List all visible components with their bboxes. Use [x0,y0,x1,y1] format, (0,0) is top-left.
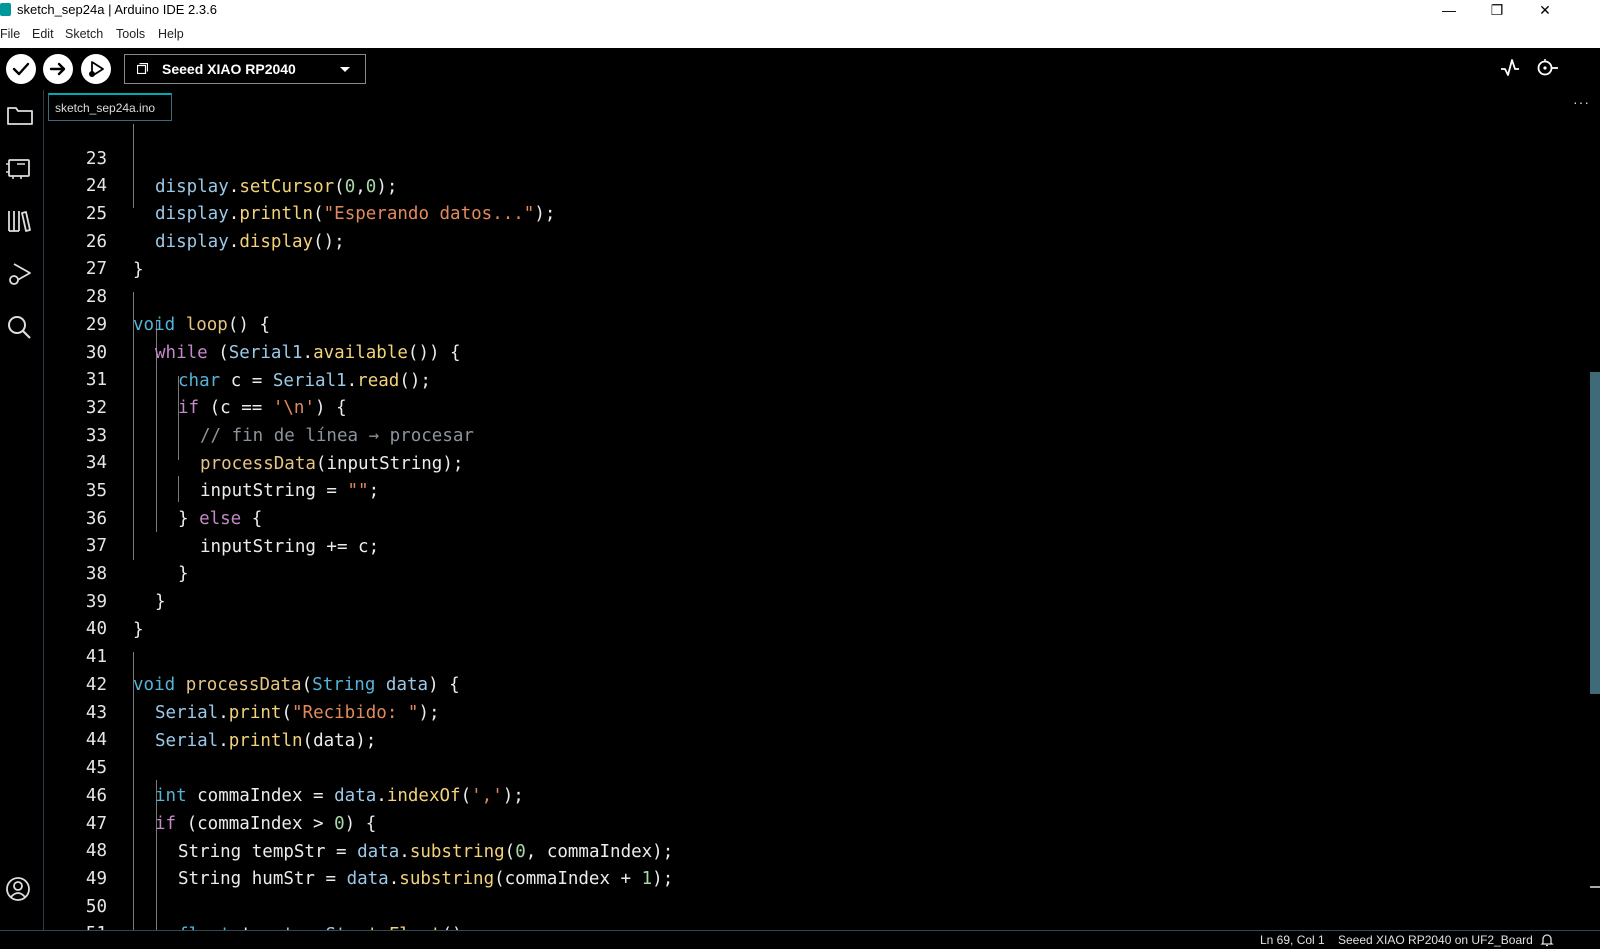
code-line: 36 inputString += c; [44,477,1544,557]
serial-plotter-button[interactable] [1500,58,1520,83]
code-line: 29 while (Serial1.available()) { [44,283,1544,363]
scrollbar-marker [1590,886,1600,888]
board-status[interactable]: Seeed XIAO RP2040 on UF2_Board [1338,933,1533,947]
menu-tools[interactable]: Tools [116,27,145,41]
debug-panel-button[interactable] [5,259,35,289]
serial-monitor-button[interactable] [1535,58,1559,83]
code-line: 27 [44,227,1544,279]
title-bar: sketch_sep24a | Arduino IDE 2.3.6 — ❐ ✕ [0,0,1600,22]
menu-sketch[interactable]: Sketch [65,27,103,41]
board-icon [137,63,148,74]
account-button[interactable] [5,874,35,904]
debug-icon [89,61,104,77]
cursor-position[interactable]: Ln 69, Col 1 [1260,933,1325,947]
debug-button[interactable] [81,54,111,84]
verify-button[interactable] [6,54,36,84]
code-line: 39 } [44,560,1544,640]
activity-sidebar [0,90,44,930]
boards-manager-button[interactable] [5,153,35,183]
folder-icon [7,107,33,125]
board-selector[interactable]: Seeed XIAO RP2040 [124,54,366,84]
library-manager-button[interactable] [5,206,35,236]
arduino-logo-icon [0,3,11,16]
code-line: 51 float h = humStr.toFloat(); [44,892,1544,930]
menu-file[interactable]: File [0,27,20,41]
code-line: 37 } [44,504,1544,584]
menu-edit[interactable]: Edit [32,27,54,41]
editor-tab-bar: sketch_sep24a.ino ··· [44,90,1600,125]
toolbar: Seeed XIAO RP2040 [0,48,1600,90]
code-line: 50 float t = tempStr.toFloat(); [44,865,1544,930]
code-line: 43 Serial.println(data); [44,671,1544,751]
close-button[interactable]: ✕ [1522,0,1568,22]
line-number: 51 [44,920,107,930]
search-button[interactable] [5,312,35,342]
upload-icon [49,62,66,76]
tab-label: sketch_sep24a.ino [55,101,156,115]
code-line: 35 } else { [44,449,1544,529]
code-line: 44 [44,698,1544,750]
code-line: 32 // fin de línea → procesar [44,366,1544,446]
code-line: 49 [44,837,1544,889]
code-line: 48 String humStr = data.substring(commaI… [44,809,1544,889]
code-line: 42 Serial.print("Recibido: "); [44,643,1544,723]
code-line: 45 int commaIndex = data.indexOf(','); [44,726,1544,806]
sketchbook-button[interactable] [5,100,35,130]
account-icon [6,877,30,901]
library-manager-icon [8,211,31,232]
board-name: Seeed XIAO RP2040 [162,61,296,77]
code-line: 26 } [44,200,1544,280]
serial-plotter-icon [1501,59,1519,76]
status-bar: Ln 69, Col 1 Seeed XIAO RP2040 on UF2_Bo… [0,930,1600,949]
code-line: 41 void processData(String data) { [44,615,1544,695]
code-line: 30 char c = Serial1.read(); [44,311,1544,391]
tab-sketch-file[interactable]: sketch_sep24a.ino [48,93,172,121]
code-line: 34 inputString = ""; [44,421,1544,501]
code-line: 38 } [44,532,1544,612]
scrollbar-thumb[interactable] [1590,372,1600,694]
maximize-button[interactable]: ❐ [1474,0,1520,22]
menu-help[interactable]: Help [158,27,184,41]
minimize-button[interactable]: — [1426,0,1472,22]
upload-button[interactable] [43,54,73,84]
serial-monitor-icon [1537,59,1558,76]
more-actions-icon[interactable]: ··· [1573,94,1590,110]
code-text: float t = tempStr.toFloat(); [178,921,473,930]
code-line: 33 processData(inputString); [44,394,1544,474]
code-line: 23 display.setCursor(0,0); [44,124,1544,197]
code-line: 25 display.display(); [44,172,1544,252]
code-line: 40 [44,587,1544,639]
search-icon [8,316,31,339]
menu-bar: File Edit Sketch Tools Help [0,22,1600,48]
code-line: 31 if (c == '\n') { [44,338,1544,418]
code-line: 46 if (commaIndex > 0) { [44,754,1544,834]
verify-icon [12,62,30,76]
window-title: sketch_sep24a | Arduino IDE 2.3.6 [17,2,217,17]
debug-icon [9,263,31,285]
chevron-down-icon [340,67,350,72]
code-line: 47 String tempStr = data.substring(0, co… [44,782,1544,862]
bell-icon[interactable] [1540,933,1554,947]
boards-manager-icon [6,159,30,179]
code-line: 28 void loop() { [44,255,1544,335]
code-editor[interactable]: 23 display.setCursor(0,0); 24 display.pr… [44,124,1600,930]
code-line: 24 display.println("Esperando datos...")… [44,144,1544,224]
